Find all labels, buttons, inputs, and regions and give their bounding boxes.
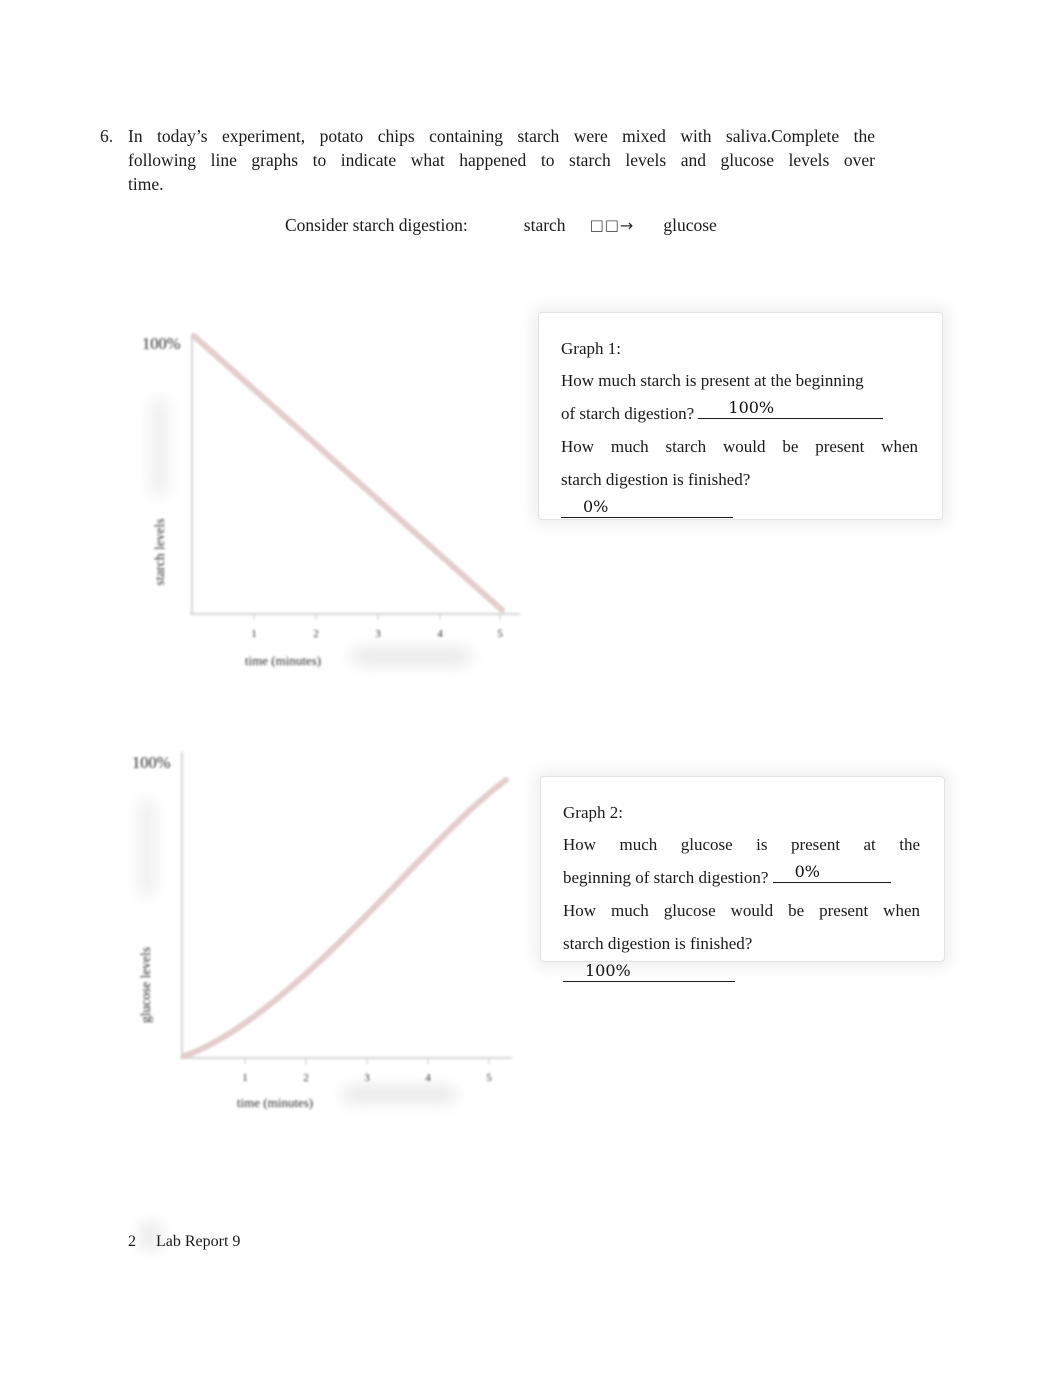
chart-1-y-max-label: 100% [142,334,181,353]
callout-graph-2-title: Graph 2: [563,803,623,822]
callout-graph-1-question-2-label: starch digestion is finished? [561,470,751,489]
chart-2-x-axis-title: time (minutes) [237,1095,313,1110]
equation-reactant: starch [523,215,566,235]
footer-document-title: Lab Report 9 [156,1233,241,1250]
answer-value-graph-1-finished: 0% [583,497,609,516]
chart-1-y-axis-title: starch levels [152,518,167,585]
question-line-1: In today’s experiment, potato chips cont… [128,124,875,148]
callout-graph-2-question-1-line-2: beginning of starch digestion? 0% [563,861,920,894]
footer-page-number: 2 [128,1233,136,1250]
chart-2-xtick-4: 4 [425,1072,431,1084]
answer-value-graph-1-beginning: 100% [728,398,775,417]
question-6: 6. In today’s experiment, potato chips c… [100,124,875,196]
equation-product: glucose [663,215,717,235]
answer-value-graph-2-finished: 100% [585,961,631,980]
equation-prompt: Consider starch digestion: [285,215,468,235]
redacted-smudge-chart-1-x [352,650,470,663]
chart-2-y-max-label: 100% [132,753,171,772]
chart-1-xtick-4: 4 [437,628,443,640]
missing-glyph-icon: □□ [589,216,620,234]
chart-1-x-axis-title: time (minutes) [245,653,321,668]
redacted-smudge-chart-1-y [152,398,166,496]
question-line-3: time. [128,174,164,194]
starch-digestion-equation: Consider starch digestion: starch □□→ gluco… [285,213,717,238]
redacted-smudge-chart-2-y [140,800,154,896]
chart-2-y-axis-title: glucose levels [138,947,153,1023]
question-line-2: following line graphs to indicate what h… [128,150,875,170]
chart-1-xtick-1: 1 [251,628,257,640]
callout-graph-1-question-2-line-2: starch digestion is finished? 0% [561,463,918,529]
chart-2-xtick-5: 5 [486,1072,492,1084]
callout-graph-1-title: Graph 1: [561,339,621,358]
callout-graph-2: Graph 2: How much glucose is present at … [540,776,945,982]
callout-graph-2-question-2-line-2: starch digestion is finished? 100% [563,927,920,993]
question-line-1-part-b: Complete the [771,126,875,146]
answer-field-graph-1-beginning[interactable]: 100% [698,398,884,419]
answer-value-graph-2-beginning: 0% [794,862,821,881]
callout-graph-2-question-2-line-1: How much glucose would be present when [563,901,920,920]
callout-graph-1-question-2-line-1: How much starch would be present when [561,437,918,456]
callout-graph-1-question-1-label: of starch digestion? [561,404,695,423]
callout-graph-2-question-2-label: starch digestion is finished? [563,934,753,953]
chart-1-xtick-3: 3 [375,628,381,640]
question-text: In today’s experiment, potato chips cont… [128,124,875,196]
arrow-right-icon: → [619,216,634,235]
chart-2-xtick-3: 3 [364,1072,370,1084]
chart-starch-levels: 100% 1 2 3 4 5 time (minutes) starch lev… [120,322,540,677]
question-line-1-part-a: In today’s experiment, potato chips cont… [128,126,772,146]
chart-1-xtick-2: 2 [313,628,319,640]
callout-graph-1: Graph 1: How much starch is present at t… [538,312,943,520]
callout-graph-2-question-1-line-1: How much glucose is present at the [563,835,920,854]
chart-1-xtick-5: 5 [497,628,503,640]
document-page: 6. In today’s experiment, potato chips c… [0,0,1062,1377]
answer-field-graph-2-beginning[interactable]: 0% [772,862,891,883]
page-footer: 2 Lab Report 9 [128,1231,240,1253]
redacted-smudge-chart-2-x [343,1088,455,1101]
question-number: 6. [100,126,114,146]
answer-field-graph-2-finished[interactable]: 100% [563,961,735,982]
answer-field-graph-1-finished[interactable]: 0% [561,497,733,518]
callout-graph-2-question-1-label: beginning of starch digestion? [563,868,769,887]
chart-glucose-levels: 100% 1 2 3 4 5 time (minutes) glucose le… [112,740,537,1120]
chart-2-xtick-2: 2 [303,1072,309,1084]
callout-graph-1-question-1-line-2: of starch digestion? 100% [561,397,918,430]
callout-graph-1-question-1-line-1: How much starch is present at the beginn… [561,371,864,390]
chart-2-xtick-1: 1 [242,1072,248,1084]
